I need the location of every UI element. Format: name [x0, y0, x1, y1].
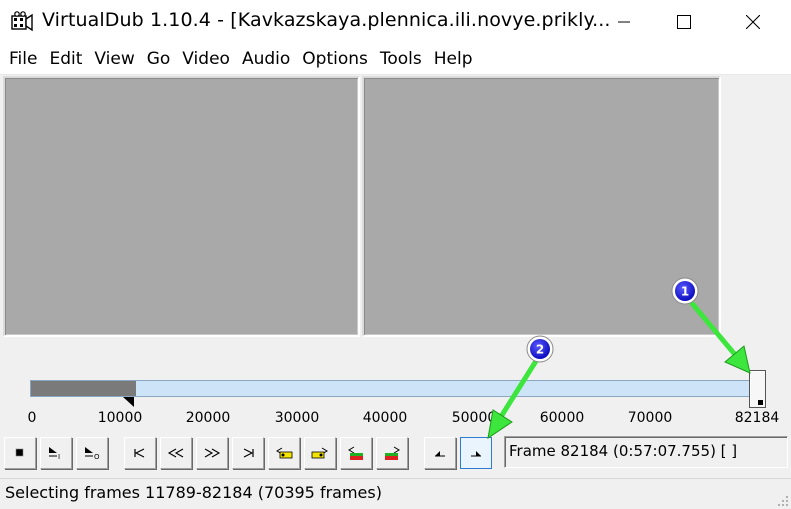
annotation-arrow-2 [487, 358, 539, 440]
minimize-button[interactable] [596, 0, 652, 44]
play-output-button[interactable]: O [76, 437, 108, 469]
mark-out-icon [471, 451, 481, 457]
tick-label: 40000 [362, 410, 408, 426]
minimize-icon [618, 21, 630, 23]
badge-2-label: 2 [536, 343, 544, 357]
timeline-position-thumb[interactable] [749, 370, 766, 408]
previous-scene-button[interactable] [340, 437, 372, 469]
frame-readout: Frame 82184 (0:57:07.755) [ ] [504, 436, 788, 468]
menu-options[interactable]: Options [296, 44, 374, 75]
step-back-button[interactable] [160, 437, 192, 469]
step-forward-button[interactable] [196, 437, 228, 469]
menu-tools[interactable]: Tools [374, 44, 428, 75]
next-scene-button[interactable] [376, 437, 408, 469]
svg-text:O: O [94, 453, 100, 461]
next-keyframe-button[interactable] [304, 437, 336, 469]
menu-view[interactable]: View [88, 44, 140, 75]
tick-label: 30000 [274, 410, 320, 426]
svg-text:I: I [58, 453, 60, 461]
menu-edit[interactable]: Edit [43, 44, 88, 75]
status-bar: Selecting frames 11789-82184 (70395 fram… [0, 478, 791, 509]
menu-video[interactable]: Video [176, 44, 236, 75]
tick-label: 0 [27, 410, 37, 426]
status-text: Selecting frames 11789-82184 (70395 fram… [5, 483, 382, 502]
menu-bar: File Edit View Go Video Audio Options To… [0, 44, 791, 75]
close-button[interactable] [725, 0, 781, 44]
play-input-icon: I [49, 447, 60, 461]
menu-go[interactable]: Go [141, 44, 177, 75]
stop-button[interactable] [4, 437, 36, 469]
maximize-icon [677, 15, 691, 29]
output-video-pane[interactable] [362, 76, 721, 337]
go-to-end-icon [243, 448, 254, 458]
timeline-unselected-range [31, 381, 137, 396]
play-output-icon: O [85, 447, 100, 461]
close-icon [746, 15, 760, 29]
input-video-pane[interactable] [3, 76, 360, 337]
step-back-icon [167, 448, 184, 458]
stop-icon [15, 448, 24, 457]
film-reel-icon[interactable] [11, 11, 33, 33]
thumb-end-mark [758, 400, 763, 405]
window-title: VirtualDub 1.10.4 - [Kavkazskaya.plennic… [42, 9, 611, 31]
go-to-end-button[interactable] [232, 437, 264, 469]
tick-label: 20000 [185, 410, 231, 426]
tick-label: 70000 [627, 410, 673, 426]
tick-label: 10000 [97, 410, 143, 426]
next-keyframe-icon [311, 447, 328, 459]
maximize-button[interactable] [656, 0, 712, 44]
previous-keyframe-icon [276, 447, 293, 459]
timeline-track[interactable] [30, 380, 765, 397]
tick-label: 50000 [451, 410, 497, 426]
mark-in-icon [435, 451, 445, 457]
next-scene-icon [385, 446, 400, 460]
step-forward-icon [204, 448, 221, 458]
play-input-button[interactable]: I [40, 437, 72, 469]
go-to-start-icon [134, 448, 145, 458]
mark-in-button[interactable] [424, 437, 456, 469]
selection-start-marker[interactable] [123, 397, 134, 407]
annotation-badge-2: 2 [526, 335, 554, 363]
menu-file[interactable]: File [3, 44, 43, 75]
tick-label: 82184 [734, 410, 780, 426]
go-to-start-button[interactable] [124, 437, 156, 469]
previous-keyframe-button[interactable] [268, 437, 300, 469]
mark-out-button[interactable] [460, 437, 492, 469]
previous-scene-icon [348, 446, 363, 460]
menu-audio[interactable]: Audio [236, 44, 296, 75]
title-bar: VirtualDub 1.10.4 - [Kavkazskaya.plennic… [0, 0, 791, 44]
tick-label: 60000 [539, 410, 585, 426]
menu-help[interactable]: Help [428, 44, 479, 75]
resize-grip-icon[interactable] [777, 495, 789, 507]
